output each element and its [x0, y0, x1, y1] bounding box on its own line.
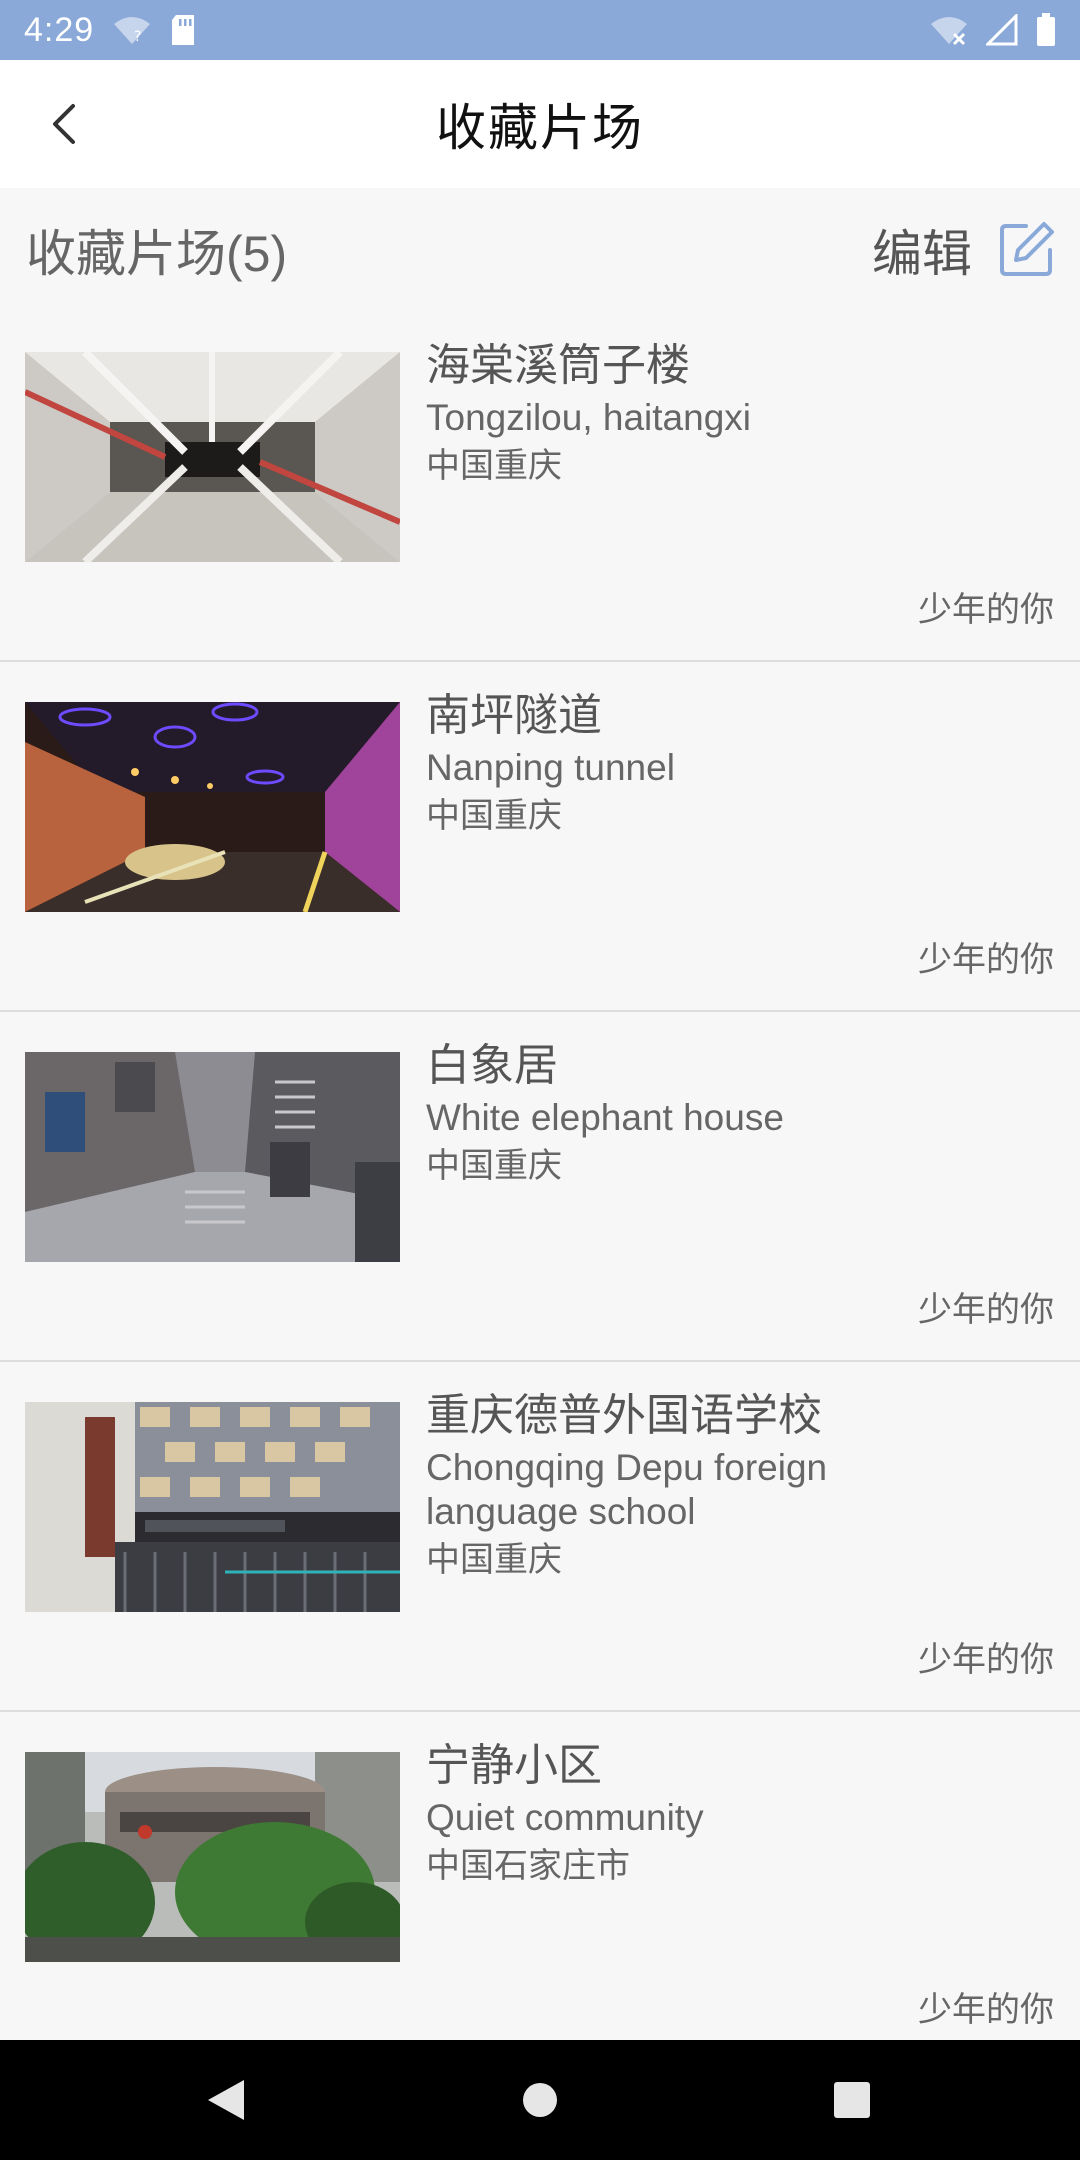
school-building-photo	[25, 1402, 400, 1612]
item-location: 中国重庆	[426, 1541, 562, 1579]
item-english-name: Tongzilou, haitangxi	[426, 397, 751, 438]
status-bar: 4:29 ?	[0, 0, 1080, 60]
list-item[interactable]: 海棠溪筒子楼 Tongzilou, haitangxi 中国重庆 少年的你	[0, 312, 1080, 662]
item-location: 中国重庆	[426, 1147, 562, 1185]
status-right	[930, 13, 1056, 47]
edit-label: 编辑	[872, 226, 972, 282]
item-location: 中国石家庄市	[426, 1847, 630, 1885]
item-english-name: Nanping tunnel	[426, 747, 675, 788]
nav-recents-icon	[834, 2082, 870, 2118]
section-title: 收藏片场(5)	[26, 226, 288, 282]
app-bar: 收藏片场	[0, 60, 1080, 188]
nav-home-icon	[523, 2083, 557, 2117]
item-english-name: Chongqing Depu foreign language school	[426, 1447, 828, 1532]
item-film-tag: 少年的你	[918, 1641, 1054, 1679]
stairs-alley-photo	[25, 1052, 400, 1262]
section-header: 收藏片场(5) 编辑	[0, 188, 1080, 312]
wifi-question-icon: ?	[112, 14, 152, 46]
item-location: 中国重庆	[426, 797, 562, 835]
item-english-name: White elephant house	[426, 1097, 784, 1138]
item-name: 重庆德普外国语学校	[426, 1391, 822, 1440]
svg-text:?: ?	[134, 29, 141, 45]
tunnel-photo	[25, 702, 400, 912]
edit-pencil-icon	[1000, 222, 1054, 276]
nav-back-button[interactable]	[196, 2070, 256, 2130]
system-nav-bar	[0, 2040, 1080, 2160]
signal-icon	[986, 14, 1018, 46]
item-name: 白象居	[426, 1041, 558, 1090]
chevron-left-icon	[53, 104, 75, 144]
tongzilou-stairwell-photo	[25, 352, 400, 562]
nav-home-button[interactable]	[510, 2070, 570, 2130]
battery-icon	[1036, 13, 1056, 47]
item-film-tag: 少年的你	[918, 941, 1054, 979]
item-name: 南坪隧道	[426, 691, 602, 740]
list-item[interactable]: 白象居 White elephant house 中国重庆 少年的你	[0, 1012, 1080, 1362]
favorites-list: 海棠溪筒子楼 Tongzilou, haitangxi 中国重庆 少年的你 南坪…	[0, 312, 1080, 2062]
nav-back-icon	[208, 2080, 244, 2120]
item-film-tag: 少年的你	[918, 1291, 1054, 1329]
item-film-tag: 少年的你	[918, 591, 1054, 629]
item-name: 宁静小区	[426, 1741, 602, 1790]
item-film-tag: 少年的你	[918, 1991, 1054, 2029]
status-left: 4:29 ?	[24, 11, 196, 50]
item-location: 中国重庆	[426, 447, 562, 485]
list-item[interactable]: 宁静小区 Quiet community 中国石家庄市 少年的你	[0, 1712, 1080, 2062]
status-time: 4:29	[24, 10, 95, 49]
sd-card-icon	[170, 14, 196, 46]
item-english-name: Quiet community	[426, 1797, 704, 1838]
nav-recents-button[interactable]	[822, 2070, 882, 2130]
list-item[interactable]: 南坪隧道 Nanping tunnel 中国重庆 少年的你	[0, 662, 1080, 1012]
page-title: 收藏片场	[436, 100, 644, 156]
wifi-off-icon	[930, 14, 968, 46]
item-name: 海棠溪筒子楼	[426, 341, 690, 390]
community-photo	[25, 1752, 400, 1962]
list-item[interactable]: 重庆德普外国语学校 Chongqing Depu foreign languag…	[0, 1362, 1080, 1712]
edit-button[interactable]: 编辑	[872, 214, 1056, 286]
back-button[interactable]	[34, 94, 94, 154]
